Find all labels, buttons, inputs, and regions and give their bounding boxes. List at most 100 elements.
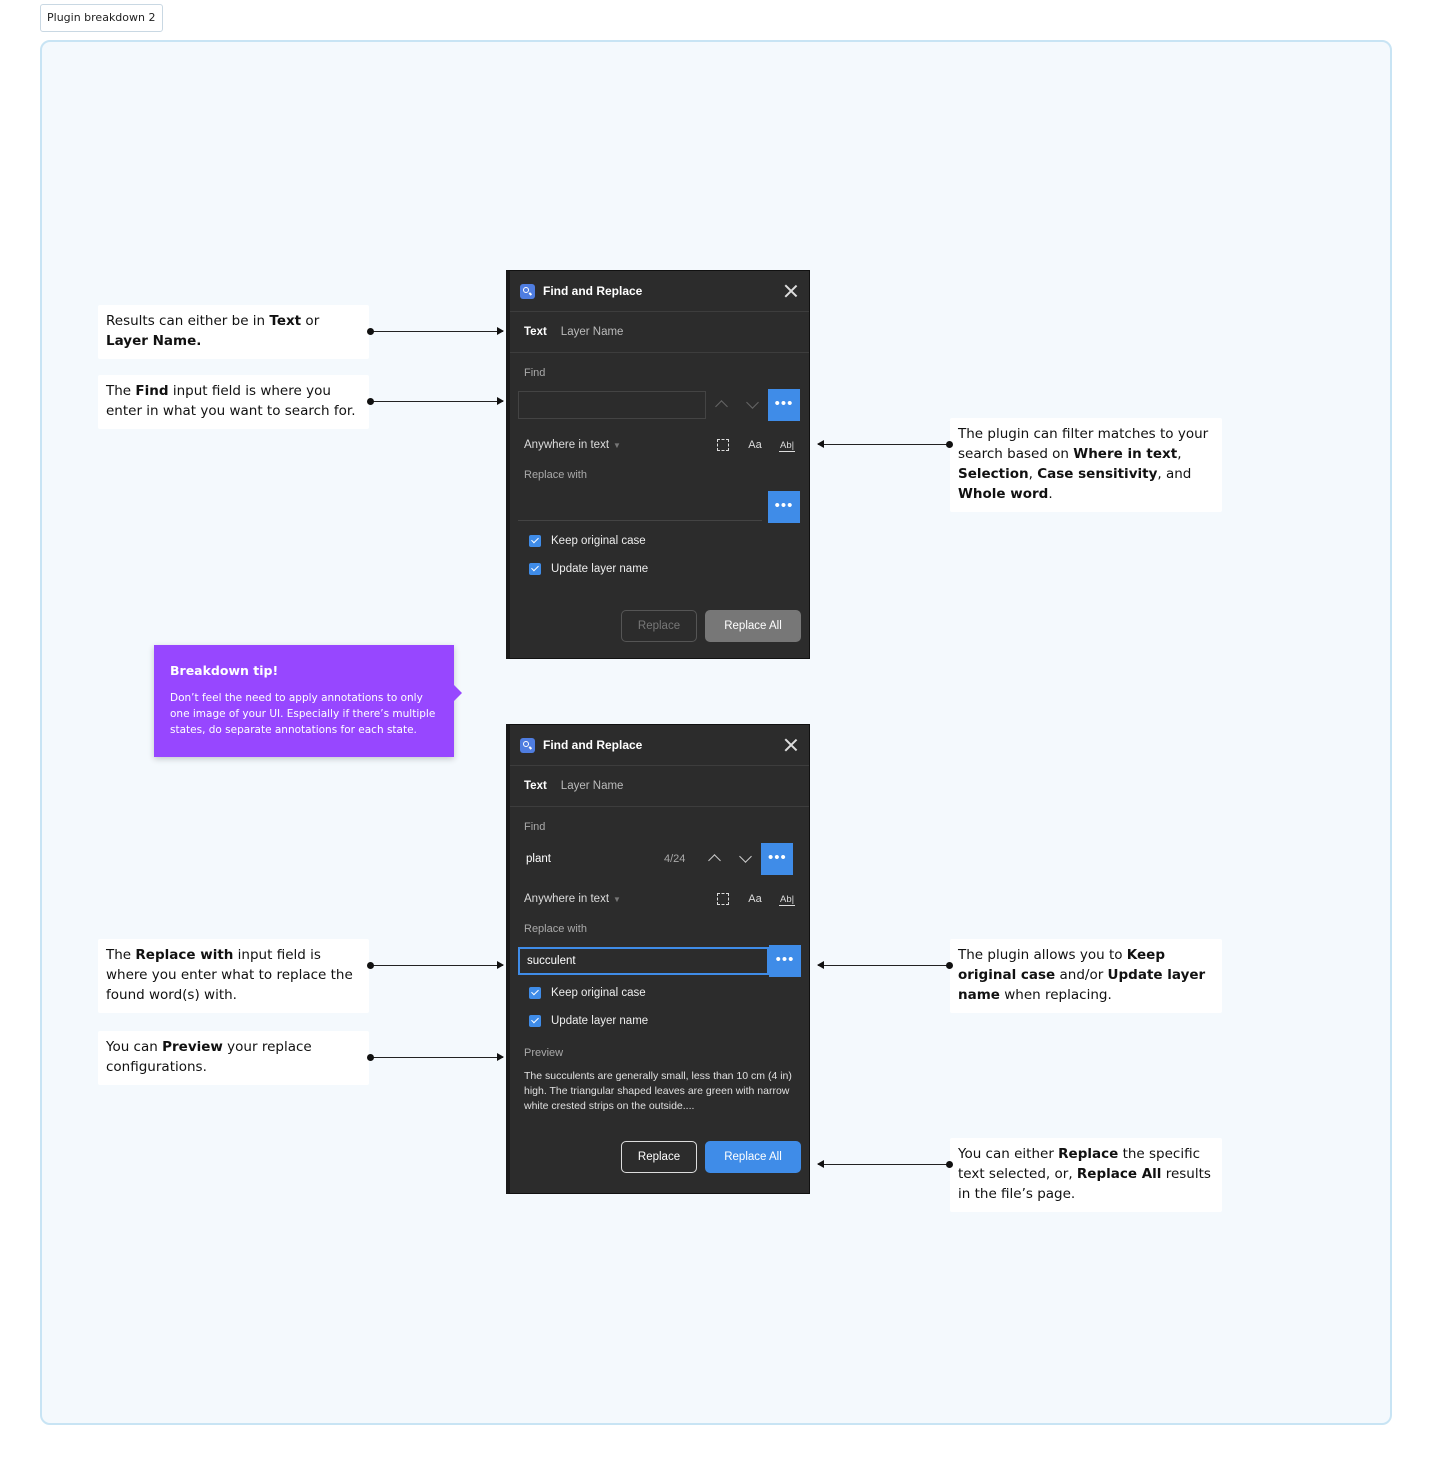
whole-word-icon[interactable]: Ab| xyxy=(779,893,796,906)
replace-more-button[interactable]: ••• xyxy=(768,491,800,523)
update-layer-name-row[interactable]: Update layer name xyxy=(510,555,809,583)
checkbox-checked-icon[interactable] xyxy=(529,987,541,999)
note-bold: Layer Name. xyxy=(106,333,202,349)
where-in-text-label: Anywhere in text xyxy=(524,893,610,905)
find-more-button[interactable]: ••• xyxy=(761,843,794,875)
note-text: Results can either be in xyxy=(106,313,270,329)
replace-more-button[interactable]: ••• xyxy=(769,945,801,977)
preview-text: The succulents are generally small, less… xyxy=(524,1070,792,1112)
note-text: when replacing. xyxy=(999,987,1112,1003)
update-layer-name-label: Update layer name xyxy=(551,1015,649,1027)
close-icon[interactable] xyxy=(783,283,799,299)
connector-dot xyxy=(946,962,953,969)
tab-text[interactable]: Text xyxy=(524,780,547,792)
tab-text[interactable]: Text xyxy=(524,326,547,338)
note-bold: Replace with xyxy=(135,947,234,963)
note-text: , xyxy=(1028,466,1038,482)
whole-word-label: Ab| xyxy=(779,894,796,906)
checkbox-checked-icon[interactable] xyxy=(529,535,541,547)
note-text: , xyxy=(1177,446,1182,462)
selection-icon[interactable] xyxy=(715,893,731,906)
note-text: You can either xyxy=(958,1146,1059,1162)
replace-input[interactable]: succulent xyxy=(518,947,770,975)
filter-options-row: Anywhere in text ▼ Aa Ab| xyxy=(510,885,809,913)
update-layer-name-label: Update layer name xyxy=(551,563,649,575)
tab-layer-name[interactable]: Layer Name xyxy=(561,780,624,792)
connector-arrow xyxy=(817,961,824,969)
replace-button[interactable]: Replace xyxy=(621,610,697,642)
plugin-search-icon xyxy=(520,737,535,753)
note-text: , and xyxy=(1157,466,1192,482)
whole-word-icon[interactable]: Ab| xyxy=(779,439,796,452)
update-layer-name-row[interactable]: Update layer name xyxy=(510,1007,809,1035)
note-bold: Where in text xyxy=(1073,446,1178,462)
tab-bar: Text Layer Name xyxy=(510,766,809,807)
keep-original-case-row[interactable]: Keep original case xyxy=(510,527,809,555)
case-sensitive-icon[interactable]: Aa xyxy=(747,893,763,905)
connector-arrow xyxy=(497,327,504,335)
note-preview: You can Preview your replace configurati… xyxy=(98,1031,369,1085)
note-replace-with: The Replace with input field is where yo… xyxy=(98,939,369,1013)
close-icon[interactable] xyxy=(783,737,799,753)
note-filter: The plugin can filter matches to your se… xyxy=(950,418,1222,512)
note-text: You can xyxy=(106,1039,163,1055)
whole-word-label: Ab| xyxy=(779,440,796,452)
note-bold: Replace All xyxy=(1076,1166,1162,1182)
note-text: The xyxy=(106,383,136,399)
frame-label[interactable]: Plugin breakdown 2 xyxy=(40,4,163,32)
connector-dot xyxy=(367,398,374,405)
match-count: 4/24 xyxy=(664,853,686,865)
note-bold: Case sensitivity xyxy=(1037,466,1158,482)
checkbox-checked-icon[interactable] xyxy=(529,1015,541,1027)
chevron-up-icon[interactable] xyxy=(706,391,737,419)
selection-icon[interactable] xyxy=(715,439,731,452)
keep-original-case-row[interactable]: Keep original case xyxy=(510,979,809,1007)
replace-with-label: Replace with xyxy=(524,469,587,481)
connector-arrow xyxy=(497,961,504,969)
where-in-text-dropdown[interactable]: Anywhere in text ▼ xyxy=(524,893,699,905)
connector-dot xyxy=(946,441,953,448)
chevron-up-icon[interactable] xyxy=(699,845,730,873)
note-text: and/or xyxy=(1055,967,1108,983)
note-keep-case: The plugin allows you to Keep original c… xyxy=(950,939,1222,1013)
checkbox-checked-icon[interactable] xyxy=(529,563,541,575)
find-row: ••• xyxy=(510,389,809,421)
connector-arrow xyxy=(817,1160,824,1168)
caret-down-icon: ▼ xyxy=(613,895,621,904)
replace-all-button[interactable]: Replace All xyxy=(705,1141,801,1173)
tab-layer-name[interactable]: Layer Name xyxy=(561,326,624,338)
tab-bar: Text Layer Name xyxy=(510,312,809,353)
breakdown-tip: Breakdown tip! Don’t feel the need to ap… xyxy=(154,645,462,757)
connector-results xyxy=(367,327,504,335)
note-bold: Preview xyxy=(162,1039,223,1055)
connector-filter xyxy=(817,440,953,448)
find-replace-panel-empty: Find and Replace Text Layer Name Find ••… xyxy=(506,270,810,659)
find-row: plant 4/24 ••• xyxy=(510,843,809,875)
tip-title: Breakdown tip! xyxy=(170,663,279,678)
replace-button[interactable]: Replace xyxy=(621,1141,697,1173)
connector-dot xyxy=(367,328,374,335)
find-label: Find xyxy=(524,367,546,379)
connector-arrow xyxy=(497,397,504,405)
chevron-down-icon[interactable] xyxy=(730,845,761,873)
connector-dot xyxy=(367,1054,374,1061)
note-text: The plugin allows you to xyxy=(958,947,1127,963)
connector-preview xyxy=(367,1053,504,1061)
where-in-text-dropdown[interactable]: Anywhere in text ▼ xyxy=(524,439,699,451)
find-input[interactable]: plant xyxy=(518,845,658,873)
chevron-down-icon[interactable] xyxy=(737,391,768,419)
replace-input[interactable] xyxy=(518,493,762,521)
connector-keep-case xyxy=(817,961,953,969)
case-sensitive-icon[interactable]: Aa xyxy=(747,439,763,451)
filter-options-row: Anywhere in text ▼ Aa Ab| xyxy=(510,431,809,459)
find-more-button[interactable]: ••• xyxy=(768,389,800,421)
replace-all-button[interactable]: Replace All xyxy=(705,610,801,642)
note-text: The xyxy=(106,947,136,963)
panel-title: Find and Replace xyxy=(543,284,643,298)
where-in-text-label: Anywhere in text xyxy=(524,439,610,451)
note-bold: Text xyxy=(269,313,302,329)
find-input[interactable] xyxy=(518,391,706,419)
note-bold: Replace xyxy=(1058,1146,1119,1162)
action-buttons: Replace Replace All xyxy=(510,610,809,642)
connector-arrow xyxy=(497,1053,504,1061)
